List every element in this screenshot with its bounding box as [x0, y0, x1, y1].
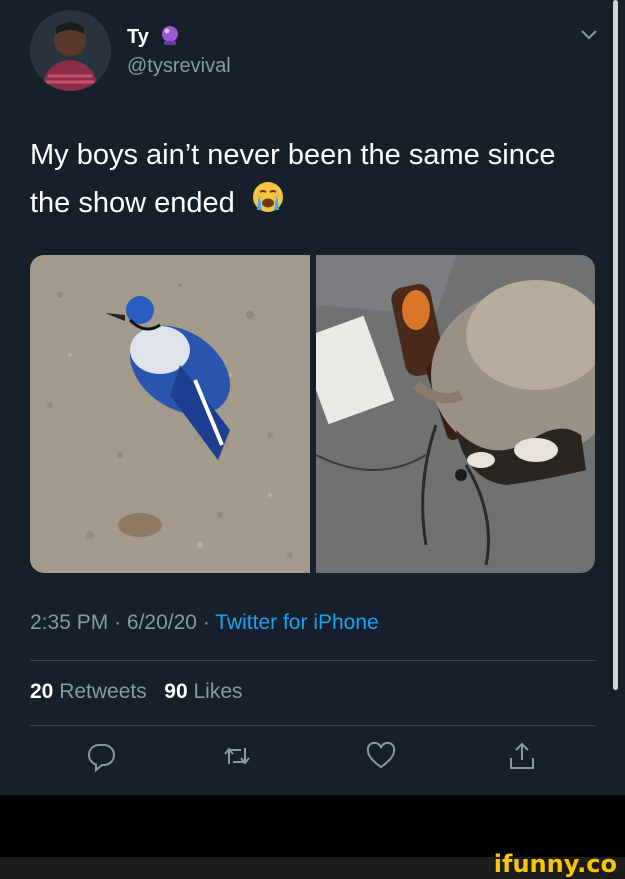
ifunny-watermark: ifunny.co: [493, 850, 617, 878]
loudly-crying-face-icon: [251, 180, 285, 229]
avatar[interactable]: [30, 10, 111, 91]
meta-separator: ·: [202, 611, 210, 634]
tweet-stats: 20 Retweets 90 Likes: [30, 680, 243, 704]
tweet-date: 6/20/20: [126, 611, 197, 634]
likes-label: Likes: [193, 680, 243, 703]
retweets-count: 20: [30, 680, 54, 703]
tweet-text: My boys ain’t never been the same since …: [30, 131, 590, 229]
tweet-card: Ty @tysrevival My boys ain’t never been …: [0, 0, 625, 795]
likes-count: 90: [164, 680, 188, 703]
meta-separator: ·: [114, 611, 122, 634]
display-name[interactable]: Ty: [127, 26, 149, 49]
reply-icon[interactable]: [86, 740, 126, 780]
user-handle[interactable]: @tysrevival: [127, 55, 231, 78]
tweet-meta: 2:35 PM · 6/20/20 · Twitter for iPhone: [30, 611, 379, 635]
photo-dead-blue-jay[interactable]: [30, 255, 310, 573]
tweet-text-content: My boys ain’t never been the same since …: [30, 139, 556, 219]
chevron-down-icon[interactable]: [580, 28, 598, 46]
photo-raccoon-with-bottle[interactable]: [297, 255, 595, 573]
crystal-ball-icon: [159, 24, 181, 51]
likes-stat[interactable]: 90 Likes: [164, 680, 242, 703]
tweet-media[interactable]: [30, 255, 595, 573]
tweet-client-link[interactable]: Twitter for iPhone: [215, 611, 378, 634]
tweet-actions: [30, 740, 595, 784]
like-icon[interactable]: [365, 740, 405, 780]
divider: [30, 660, 595, 661]
share-icon[interactable]: [506, 740, 546, 780]
scrollbar[interactable]: [613, 0, 618, 690]
retweets-stat[interactable]: 20 Retweets: [30, 680, 147, 703]
tweet-time: 2:35 PM: [30, 611, 109, 634]
retweets-label: Retweets: [59, 680, 147, 703]
divider: [30, 725, 595, 726]
retweet-icon[interactable]: [221, 740, 261, 780]
